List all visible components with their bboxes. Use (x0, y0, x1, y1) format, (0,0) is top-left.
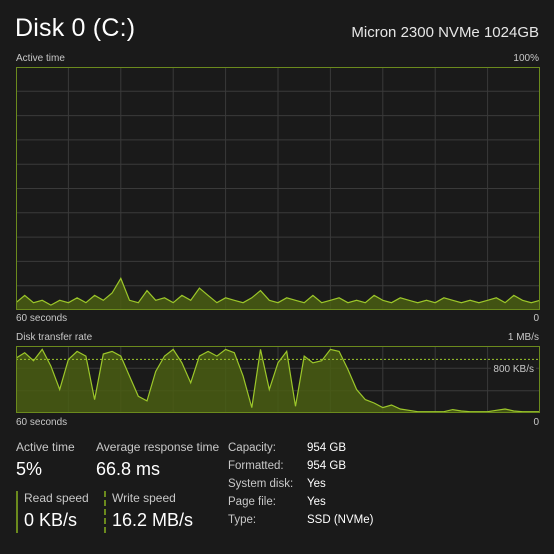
property-value: 954 GB (307, 442, 346, 454)
property-value: 954 GB (307, 460, 346, 472)
active-time-stat-label: Active time (16, 440, 75, 454)
active-time-label: Active time (16, 53, 65, 64)
disk-title: Disk 0 (C:) (15, 14, 136, 42)
write-speed-value: 16.2 MB/s (112, 510, 194, 530)
property-key: Formatted: (228, 460, 284, 472)
transfer-rate-mid-label: 800 KB/s (491, 364, 536, 375)
property-value: SSD (NVMe) (307, 514, 374, 526)
property-key: Capacity: (228, 442, 276, 454)
read-speed-indicator (16, 491, 18, 533)
disk-model: Micron 2300 NVMe 1024GB (351, 24, 539, 41)
property-type: Type: SSD (NVMe) (228, 511, 373, 529)
write-speed-indicator (104, 491, 106, 533)
property-key: Type: (228, 514, 257, 526)
property-key: Page file: (228, 496, 276, 508)
property-value: Yes (307, 478, 326, 490)
avg-response-stat-label: Average response time (96, 440, 220, 454)
active-time-stat-value: 5% (16, 459, 43, 479)
read-speed-label: Read speed (24, 491, 89, 505)
transfer-rate-max-label: 1 MB/s (507, 332, 539, 343)
disk-properties: Capacity: 954 GB Formatted: 954 GB Syste… (228, 439, 373, 529)
transfer-rate-duration-label: 60 seconds (16, 417, 68, 428)
active-time-min-label: 0 (533, 313, 539, 324)
read-speed-value: 0 KB/s (24, 510, 78, 530)
transfer-rate-min-label: 0 (533, 417, 539, 428)
property-key: System disk: (228, 478, 294, 490)
active-time-chart (16, 67, 540, 310)
property-formatted: Formatted: 954 GB (228, 457, 373, 475)
active-time-max-label: 100% (513, 53, 539, 64)
active-time-duration-label: 60 seconds (16, 313, 68, 324)
property-capacity: Capacity: 954 GB (228, 439, 373, 457)
property-value: Yes (307, 496, 326, 508)
transfer-rate-label: Disk transfer rate (16, 332, 93, 343)
property-system-disk: System disk: Yes (228, 475, 373, 493)
transfer-rate-chart (16, 346, 540, 413)
property-page-file: Page file: Yes (228, 493, 373, 511)
avg-response-stat-value: 66.8 ms (96, 459, 161, 479)
write-speed-label: Write speed (112, 491, 176, 505)
